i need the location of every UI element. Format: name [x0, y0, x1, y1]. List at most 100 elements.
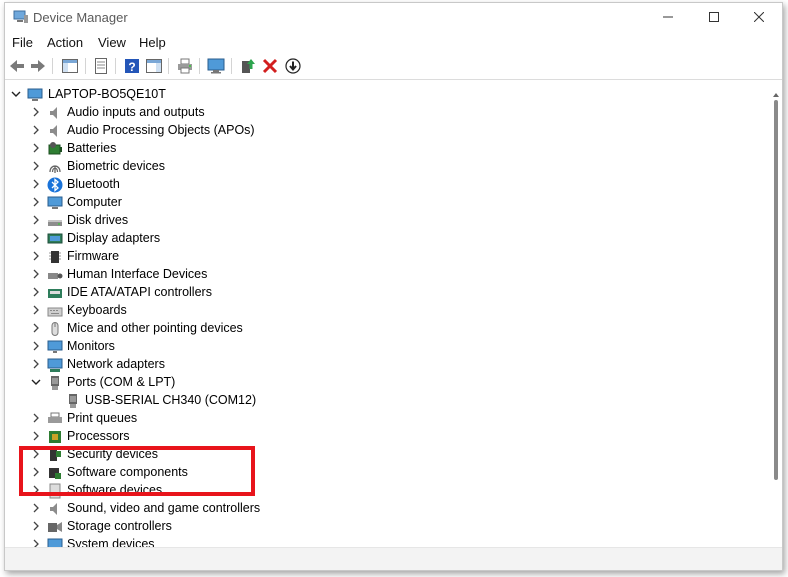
keyboard-icon — [47, 307, 63, 317]
highlight-box — [19, 446, 255, 496]
print-button[interactable] — [176, 57, 194, 75]
tree-item-label: Audio inputs and outputs — [67, 105, 205, 119]
menu-view[interactable]: View — [98, 35, 126, 50]
help-button[interactable]: ? — [123, 57, 141, 75]
chevron-right-icon[interactable] — [31, 359, 41, 369]
storage-icon — [48, 522, 62, 532]
chevron-right-icon[interactable] — [31, 125, 41, 135]
device-tree: LAPTOP-BO5QE10T Audio inputs and outputs… — [5, 80, 782, 570]
tree-item-label: Display adapters — [67, 231, 161, 245]
chevron-right-icon[interactable] — [31, 503, 41, 513]
chevron-right-icon[interactable] — [31, 341, 41, 351]
speaker-icon — [50, 107, 57, 119]
sound-icon — [50, 503, 57, 515]
chevron-right-icon[interactable] — [31, 521, 41, 531]
tree-item-label: Bluetooth — [67, 177, 120, 191]
chevron-right-icon[interactable] — [31, 143, 41, 153]
print-icon — [178, 58, 192, 74]
update-driver-button[interactable] — [239, 57, 257, 75]
tree-item-label: Sound, video and game controllers — [67, 501, 261, 515]
chevron-down-icon[interactable] — [11, 89, 21, 99]
tree-root-label: LAPTOP-BO5QE10T — [48, 87, 166, 101]
disable-icon — [285, 58, 301, 74]
properties-icon — [95, 58, 107, 74]
menu-help[interactable]: Help — [139, 35, 166, 50]
chevron-right-icon[interactable] — [31, 215, 41, 225]
tree-item-sound-video-and-game-controllers[interactable]: Sound, video and game controllers — [5, 500, 762, 518]
tree-item-ide-ata-atapi-controllers[interactable]: IDE ATA/ATAPI controllers — [5, 284, 762, 302]
update-driver-icon — [242, 59, 255, 73]
tree-item-label: Disk drives — [67, 213, 129, 227]
chevron-right-icon[interactable] — [31, 179, 41, 189]
tree-item-label: Human Interface Devices — [67, 267, 208, 281]
vertical-scrollbar-thumb[interactable] — [774, 100, 778, 480]
chevron-right-icon[interactable] — [31, 305, 41, 315]
device-manager-icon — [13, 10, 28, 23]
chevron-right-icon[interactable] — [31, 269, 41, 279]
tree-item-computer[interactable]: Computer — [5, 194, 762, 212]
ide-icon — [48, 289, 62, 298]
menu-bar: File Action View Help — [5, 31, 782, 53]
chevron-right-icon[interactable] — [31, 323, 41, 333]
forward-button[interactable] — [29, 57, 47, 75]
chevron-right-icon[interactable] — [31, 161, 41, 171]
console-tree-button[interactable] — [61, 57, 79, 75]
scan-hardware-button[interactable] — [207, 57, 225, 75]
close-button[interactable] — [736, 3, 782, 31]
processor-icon — [49, 431, 61, 443]
tree-item-print-queues[interactable]: Print queues — [5, 410, 762, 428]
menu-action[interactable]: Action — [47, 35, 83, 50]
menu-file[interactable]: File — [12, 35, 33, 50]
tree-item-batteries[interactable]: Batteries — [5, 140, 762, 158]
properties-button[interactable] — [92, 57, 110, 75]
scroll-up-arrow[interactable] — [772, 86, 780, 97]
network-icon — [47, 358, 63, 372]
tree-item-network-adapters[interactable]: Network adapters — [5, 356, 762, 374]
chevron-right-icon[interactable] — [31, 233, 41, 243]
minimize-icon — [663, 16, 673, 18]
chevron-down-icon[interactable] — [31, 377, 41, 387]
tree-root[interactable]: LAPTOP-BO5QE10T — [5, 86, 762, 104]
uninstall-icon — [262, 58, 278, 74]
close-icon — [754, 12, 764, 22]
tree-item-biometric-devices[interactable]: Biometric devices — [5, 158, 762, 176]
back-button[interactable] — [8, 57, 26, 75]
chevron-right-icon[interactable] — [31, 287, 41, 297]
tree-item-label: USB-SERIAL CH340 (COM12) — [85, 393, 257, 407]
tree-item-audio-processing-objects-apos[interactable]: Audio Processing Objects (APOs) — [5, 122, 762, 140]
tree-item-human-interface-devices[interactable]: Human Interface Devices — [5, 266, 762, 284]
tree-item-firmware[interactable]: Firmware — [5, 248, 762, 266]
display-adapter-icon — [47, 233, 63, 244]
computer-icon — [47, 196, 63, 209]
forward-icon — [31, 60, 45, 72]
tree-item-bluetooth[interactable]: Bluetooth — [5, 176, 762, 194]
chevron-right-icon[interactable] — [31, 413, 41, 423]
minimize-button[interactable] — [645, 3, 691, 31]
action-pane-button[interactable] — [145, 57, 163, 75]
tree-item-mice-and-other-pointing-devices[interactable]: Mice and other pointing devices — [5, 320, 762, 338]
tree-item-storage-controllers[interactable]: Storage controllers — [5, 518, 762, 536]
chip-icon — [49, 251, 61, 263]
chevron-up-icon — [773, 93, 779, 97]
disable-button[interactable] — [284, 57, 302, 75]
tree-item-label: Firmware — [67, 249, 120, 263]
tree-item-ports-com-lpt[interactable]: Ports (COM & LPT) — [5, 374, 762, 392]
tree-item-disk-drives[interactable]: Disk drives — [5, 212, 762, 230]
chevron-right-icon[interactable] — [31, 431, 41, 441]
tree-item-label: IDE ATA/ATAPI controllers — [67, 285, 212, 299]
tree-item-label: Batteries — [67, 141, 117, 155]
tree-item-display-adapters[interactable]: Display adapters — [5, 230, 762, 248]
horizontal-scrollbar[interactable] — [5, 547, 782, 570]
maximize-icon — [709, 12, 719, 22]
mouse-icon — [51, 322, 59, 336]
tree-child-usb-serial-ch340-com12[interactable]: USB-SERIAL CH340 (COM12) — [5, 392, 762, 410]
uninstall-button[interactable] — [261, 57, 279, 75]
tree-item-keyboards[interactable]: Keyboards — [5, 302, 762, 320]
tree-item-monitors[interactable]: Monitors — [5, 338, 762, 356]
tree-item-processors[interactable]: Processors — [5, 428, 762, 446]
chevron-right-icon[interactable] — [31, 107, 41, 117]
tree-item-audio-inputs-and-outputs[interactable]: Audio inputs and outputs — [5, 104, 762, 122]
chevron-right-icon[interactable] — [31, 197, 41, 207]
chevron-right-icon[interactable] — [31, 251, 41, 261]
maximize-button[interactable] — [691, 3, 737, 31]
